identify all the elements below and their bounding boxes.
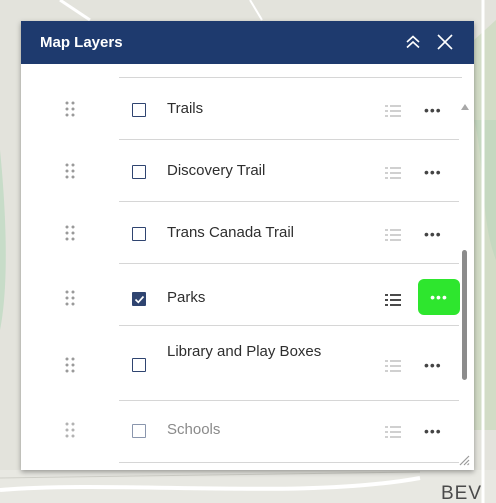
- layer-checkbox[interactable]: [132, 165, 146, 179]
- layer-label: Trans Canada Trail: [167, 224, 295, 241]
- scroll-up-arrow-icon[interactable]: [461, 97, 469, 110]
- resize-handle-icon[interactable]: [458, 453, 470, 466]
- legend-list-icon[interactable]: [385, 359, 401, 373]
- more-options-icon[interactable]: •••: [424, 103, 446, 120]
- layer-row-discovery-trail[interactable]: Discovery Trail •••: [21, 140, 461, 202]
- legend-list-icon[interactable]: [385, 228, 401, 242]
- layer-label: Schools: [167, 421, 221, 438]
- scrollbar-thumb[interactable]: [462, 250, 467, 380]
- panel-title: Map Layers: [40, 34, 123, 51]
- legend-list-icon[interactable]: [385, 425, 401, 439]
- layer-checkbox[interactable]: [132, 424, 146, 438]
- layer-label: Trails: [167, 100, 204, 117]
- drag-handle-icon[interactable]: [63, 100, 77, 118]
- legend-list-icon[interactable]: [385, 166, 401, 180]
- layer-row-schools[interactable]: Schools •••: [21, 401, 461, 463]
- layer-row-library-and-play-boxes[interactable]: Library and Play Boxes •••: [21, 326, 461, 401]
- more-options-icon[interactable]: •••: [424, 165, 446, 182]
- layer-checkbox[interactable]: [132, 358, 146, 372]
- layer-row-parks[interactable]: Parks •••: [21, 264, 461, 326]
- layer-label: Parks: [167, 289, 206, 306]
- layer-list[interactable]: Trails ••• Discovery Trail ••• Trans Can…: [21, 64, 474, 470]
- double-chevron-up-icon: [406, 35, 420, 49]
- map-layers-panel: Map Layers Trails ••• Discovery Trail ••…: [21, 21, 474, 470]
- more-options-icon[interactable]: •••: [424, 424, 446, 441]
- legend-list-icon[interactable]: [385, 104, 401, 118]
- layer-row-trails[interactable]: Trails •••: [21, 78, 461, 140]
- checkmark-icon: [134, 295, 145, 304]
- drag-handle-icon[interactable]: [63, 289, 77, 307]
- layer-checkbox[interactable]: [132, 292, 146, 306]
- row-divider: [119, 462, 459, 463]
- panel-header: Map Layers: [21, 21, 474, 64]
- close-button[interactable]: [433, 30, 457, 54]
- drag-handle-icon[interactable]: [63, 162, 77, 180]
- drag-handle-icon[interactable]: [63, 224, 77, 242]
- layer-checkbox[interactable]: [132, 227, 146, 241]
- drag-handle-icon[interactable]: [63, 356, 77, 374]
- legend-list-icon[interactable]: [385, 293, 401, 307]
- layer-checkbox[interactable]: [132, 103, 146, 117]
- collapse-button[interactable]: [401, 30, 425, 54]
- drag-handle-icon[interactable]: [63, 421, 77, 439]
- more-options-icon[interactable]: •••: [424, 227, 446, 244]
- layer-row-trans-canada-trail[interactable]: Trans Canada Trail •••: [21, 202, 461, 264]
- layer-label: Discovery Trail: [167, 162, 266, 179]
- layer-label: Library and Play Boxes: [167, 343, 322, 360]
- close-icon: [437, 34, 453, 50]
- map-place-label: BEV: [441, 483, 483, 503]
- more-options-icon[interactable]: •••: [424, 358, 446, 375]
- more-options-icon[interactable]: •••: [418, 279, 460, 315]
